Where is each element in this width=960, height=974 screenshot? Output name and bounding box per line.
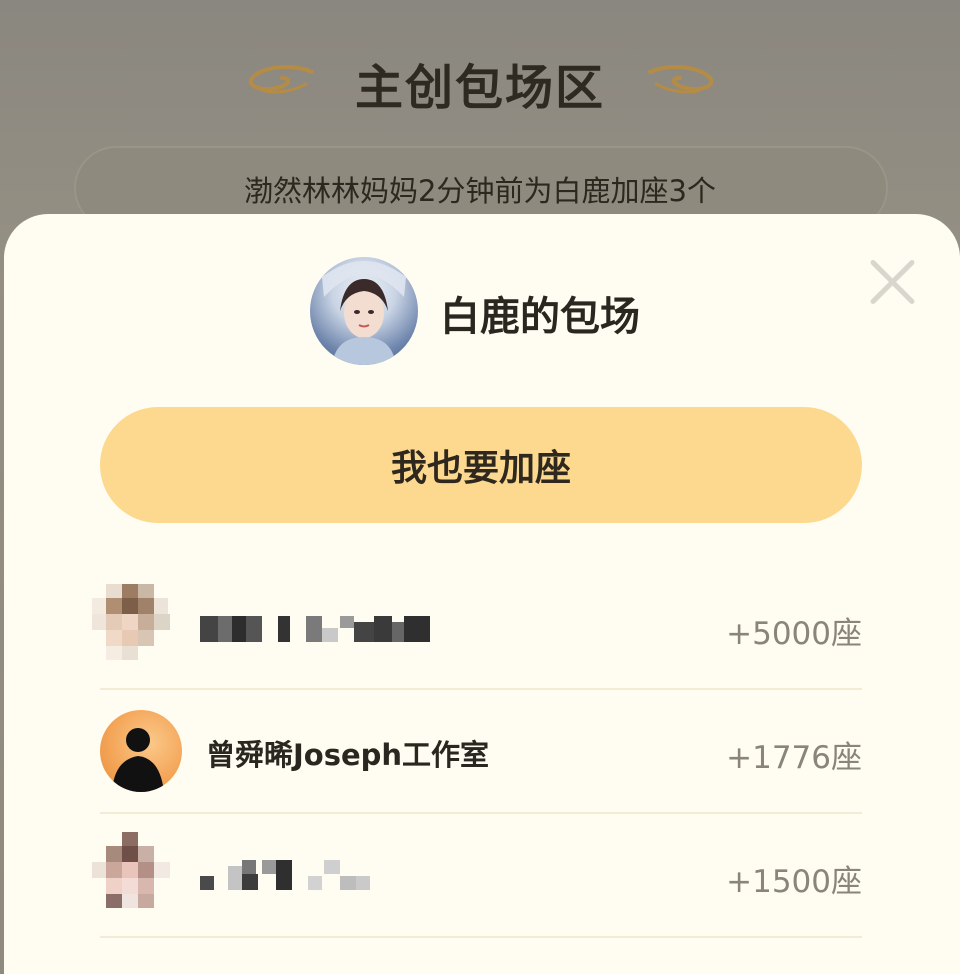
row-divider bbox=[100, 936, 862, 938]
star-avatar bbox=[310, 257, 418, 365]
close-icon[interactable] bbox=[866, 256, 918, 308]
pixelated-avatar bbox=[92, 584, 188, 668]
page-title: 主创包场区 bbox=[354, 60, 605, 116]
activity-banner-text: 渤然林林妈妈2分钟前为白鹿加座3个 bbox=[244, 174, 716, 208]
pixelated-name bbox=[200, 616, 430, 642]
right-swirl-decoration-icon bbox=[648, 65, 714, 94]
row-name: 曾舜晞Joseph工作室 bbox=[206, 738, 490, 772]
sheet-title: 白鹿的包场 bbox=[440, 294, 640, 340]
seat-count: +1776座 bbox=[726, 740, 862, 776]
pixelated-avatar bbox=[92, 832, 188, 916]
studio-avatar[interactable] bbox=[100, 710, 182, 792]
seat-count: +1500座 bbox=[726, 864, 862, 900]
row-divider bbox=[100, 688, 862, 690]
row-divider bbox=[100, 812, 862, 814]
add-seat-button[interactable]: 我也要加座 bbox=[100, 407, 862, 523]
pixelated-name bbox=[200, 860, 370, 890]
seat-count: +5000座 bbox=[726, 616, 862, 652]
